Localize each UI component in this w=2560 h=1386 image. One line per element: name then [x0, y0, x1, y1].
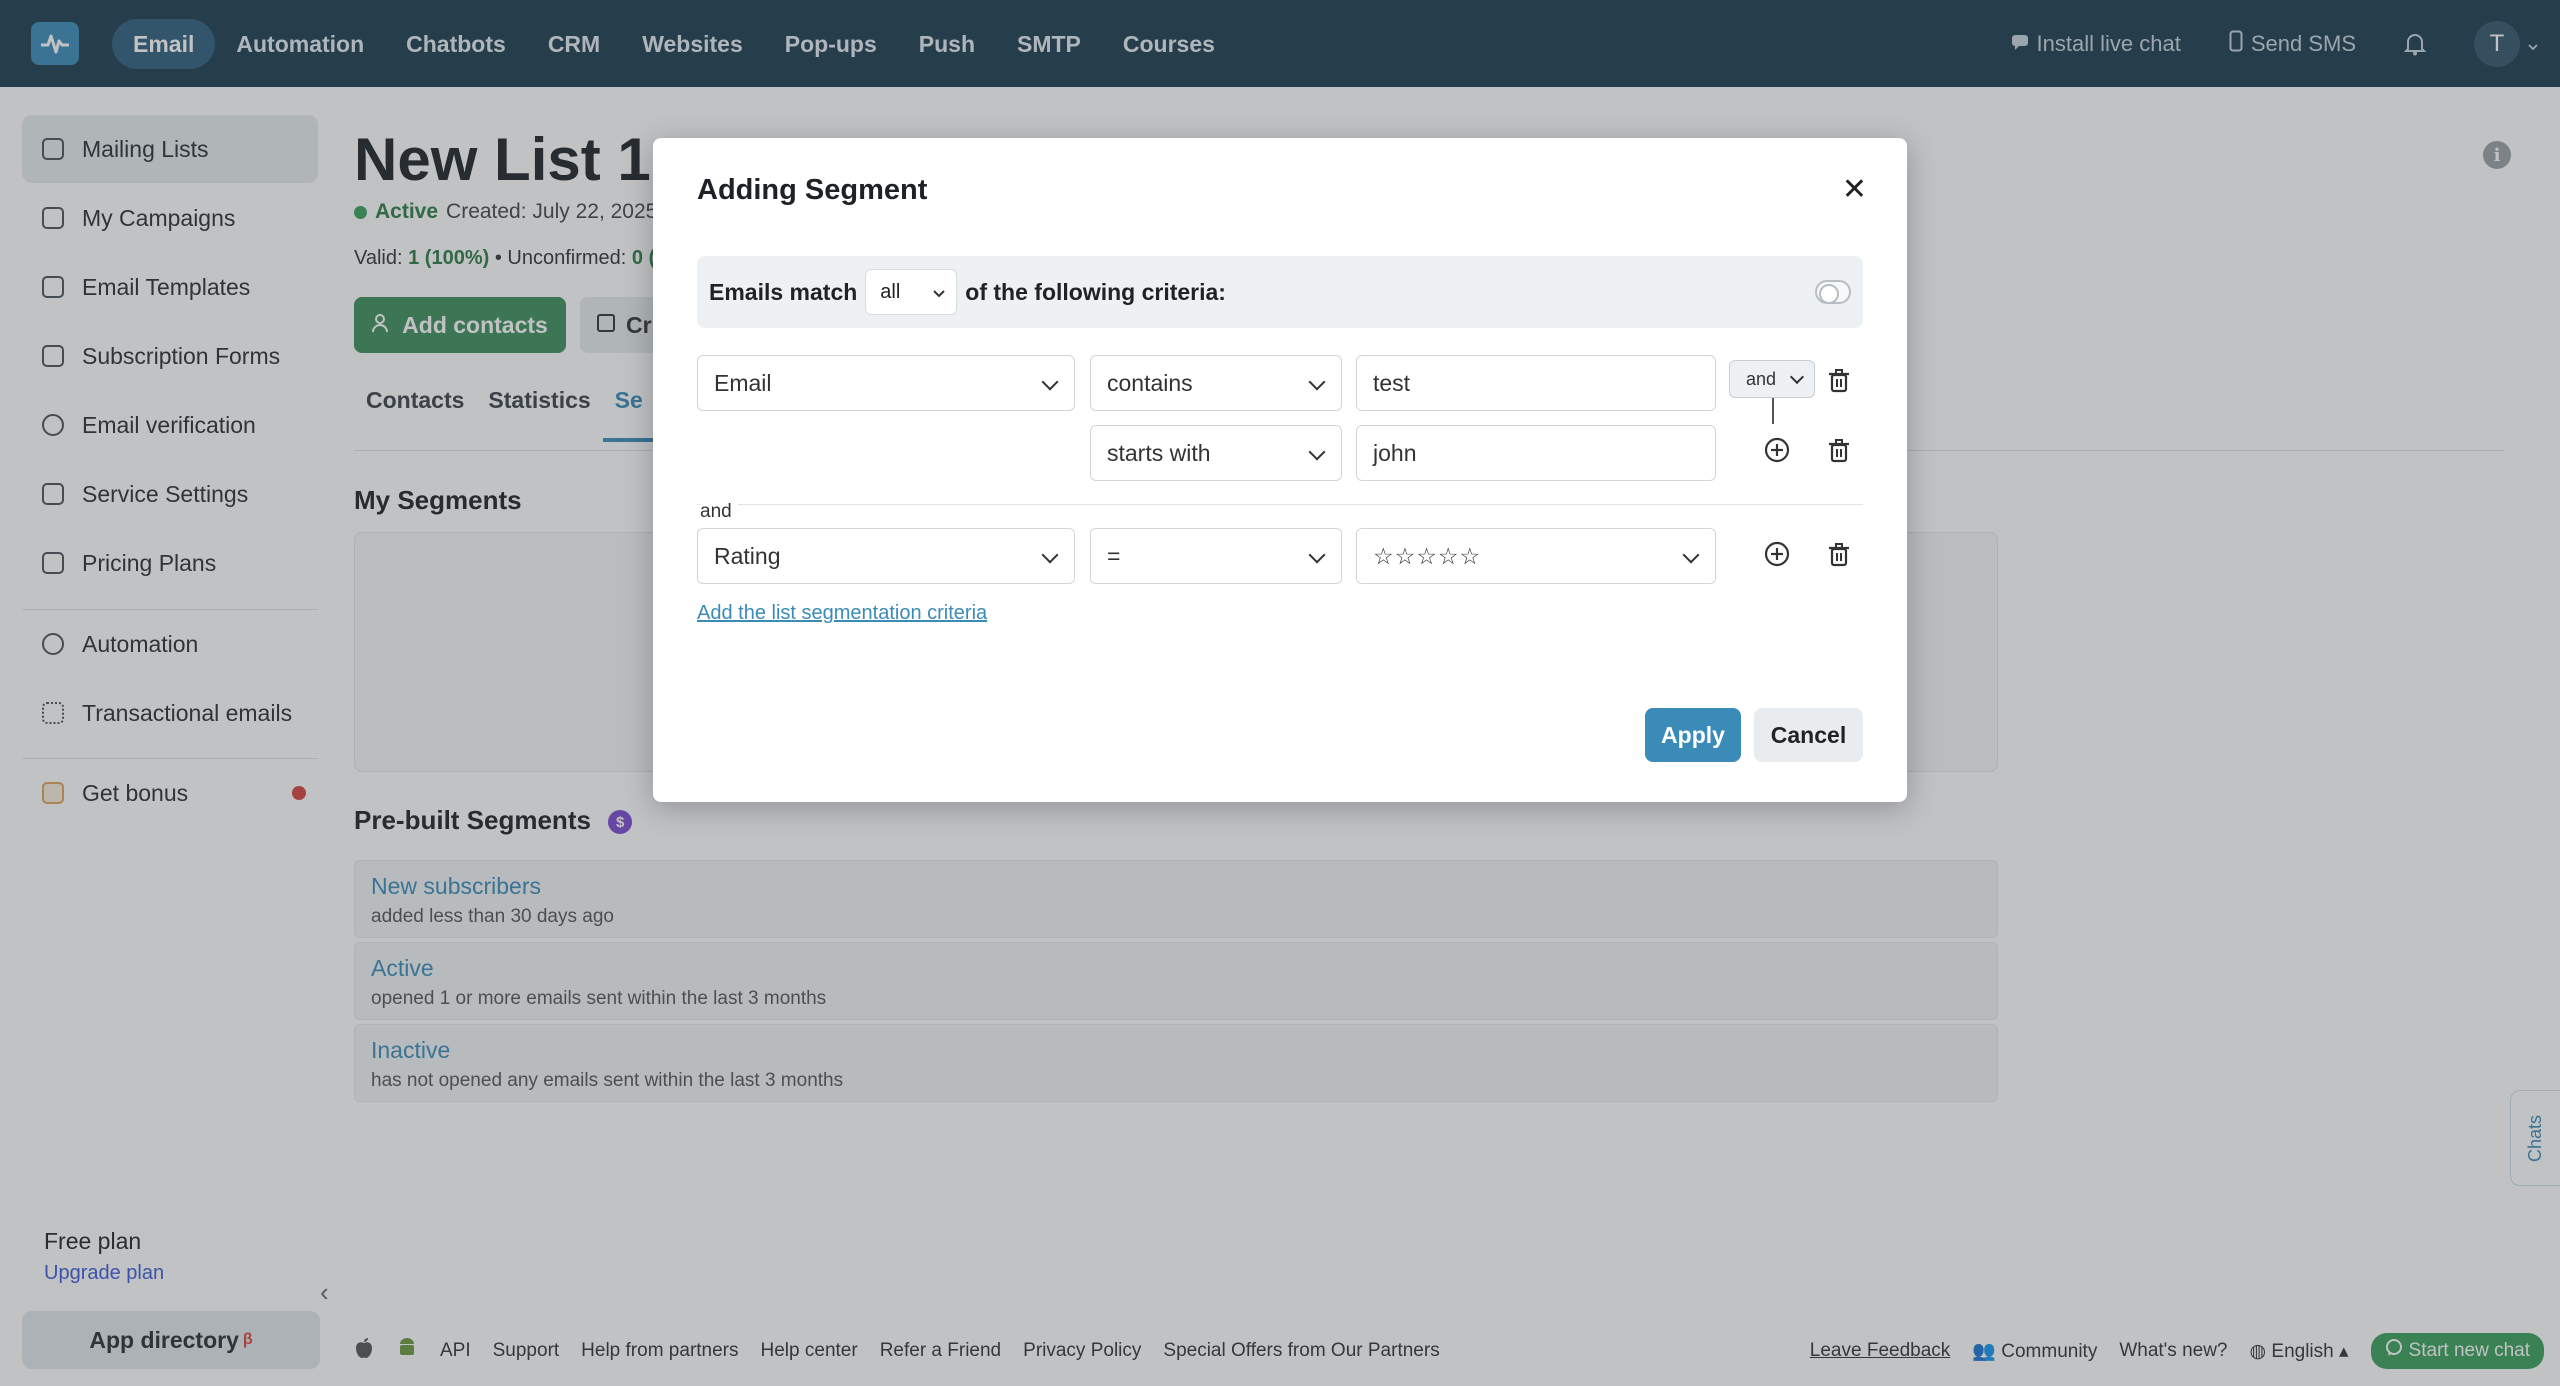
match-prefix: Emails match: [709, 278, 858, 305]
condition-join-value: and: [1746, 368, 1777, 389]
toggle-switch[interactable]: [1815, 280, 1851, 304]
close-icon[interactable]: ✕: [1842, 172, 1867, 207]
criteria-operator-select[interactable]: contains: [1090, 355, 1342, 411]
apply-button[interactable]: Apply: [1645, 708, 1741, 762]
criteria-value-text: test: [1373, 369, 1411, 396]
match-suffix: of the following criteria:: [965, 278, 1226, 305]
rating-stars-select[interactable]: ☆☆☆☆☆: [1356, 528, 1716, 584]
delete-trash-icon[interactable]: [1825, 541, 1853, 569]
criteria-operator-select[interactable]: =: [1090, 528, 1342, 584]
match-criteria-bar: Emails match all of the following criter…: [697, 256, 1863, 328]
criteria-operator-value: =: [1107, 542, 1121, 569]
criteria-field-value: Email: [714, 369, 772, 396]
match-mode-select[interactable]: all: [865, 269, 958, 315]
adding-segment-dialog: Adding Segment ✕ Emails match all of the…: [653, 138, 1907, 802]
group-separator: [697, 504, 1863, 505]
join-connector-line: [1772, 398, 1774, 424]
group-join-label: and: [700, 501, 738, 523]
criteria-field-select[interactable]: Email: [697, 355, 1075, 411]
criteria-value-input[interactable]: test: [1356, 355, 1716, 411]
criteria-operator-select[interactable]: starts with: [1090, 425, 1342, 481]
criteria-operator-value: starts with: [1107, 439, 1211, 466]
dialog-title: Adding Segment: [697, 174, 928, 206]
add-condition-plus-icon[interactable]: [1763, 540, 1791, 568]
rating-stars-value: ☆☆☆☆☆: [1373, 542, 1482, 569]
delete-trash-icon[interactable]: [1825, 437, 1853, 465]
delete-trash-icon[interactable]: [1825, 367, 1853, 395]
criteria-operator-value: contains: [1107, 369, 1193, 396]
add-criteria-link[interactable]: Add the list segmentation criteria: [697, 602, 987, 625]
add-condition-plus-icon[interactable]: [1763, 436, 1791, 464]
criteria-value-input[interactable]: john: [1356, 425, 1716, 481]
condition-join-select[interactable]: and: [1729, 360, 1815, 398]
criteria-value-text: john: [1373, 439, 1417, 466]
match-mode-value: all: [880, 280, 901, 303]
chevron-down-icon: [932, 282, 946, 305]
criteria-field-value: Rating: [714, 542, 781, 569]
criteria-field-select[interactable]: Rating: [697, 528, 1075, 584]
cancel-button[interactable]: Cancel: [1754, 708, 1863, 762]
